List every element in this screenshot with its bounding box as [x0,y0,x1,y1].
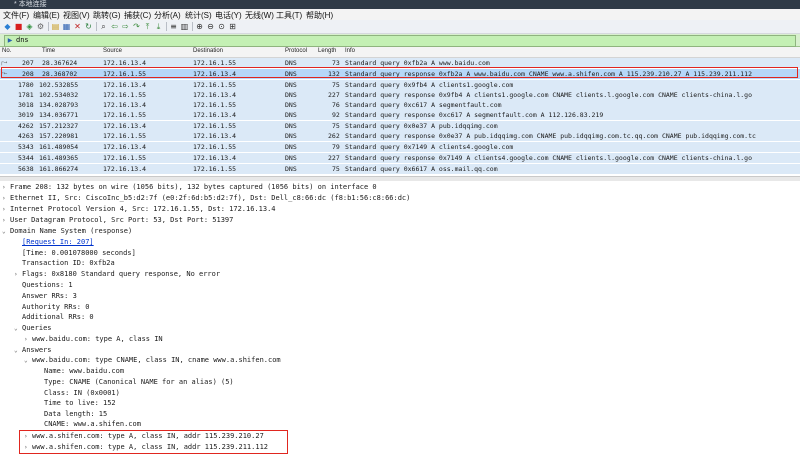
save-icon[interactable]: ▦ [62,22,71,31]
col-no[interactable]: No. [2,48,11,54]
detail-ipv4[interactable]: › Internet Protocol Version 4, Src: 172.1… [2,204,276,214]
display-filter-bar: ▶ dns [0,34,800,47]
detail-time[interactable]: [Time: 0.001078000 seconds] [14,248,136,258]
colorize-icon[interactable]: ▥ [180,22,189,31]
detail-request-in-link[interactable]: [Request In: 207] [14,237,94,247]
zoom-in-icon[interactable]: ⊕ [195,22,204,31]
detail-answers[interactable]: ⌄ Answers [14,345,52,355]
col-protocol[interactable]: Protocol [285,48,307,54]
highlight-box-response-row [1,67,798,78]
detail-dns[interactable]: ⌄ Domain Name System (response) [2,226,132,236]
detail-query-entry[interactable]: › www.baidu.com: type A, class IN [24,334,163,344]
stop-square-icon[interactable]: ■ [14,22,23,31]
detail-type[interactable]: Type: CNAME (Canonical NAME for an alias… [36,377,234,387]
expand-arrow-icon[interactable]: › [24,335,32,345]
window-titlebar: * 本地连接 [0,0,800,9]
packet-row[interactable]: 5344 161.489365 172.16.1.55 172.16.13.4 … [0,153,800,163]
back-arrow-icon[interactable]: ⇦ [110,22,119,31]
goto-packet-icon[interactable]: ↷ [132,22,141,31]
packet-row[interactable]: 5638 161.866274 172.16.13.4 172.16.1.55 … [0,164,800,174]
detail-questions[interactable]: Questions: 1 [14,280,73,290]
col-source[interactable]: Source [103,48,122,54]
highlight-box-a-records [19,430,288,454]
detail-class[interactable]: Class: IN (0x0001) [36,388,120,398]
detail-ttl[interactable]: Time to live: 152 [36,398,116,408]
expand-arrow-icon[interactable]: › [14,270,22,280]
detail-cname[interactable]: CNAME: www.a.shifen.com [36,419,141,429]
detail-additional-rrs[interactable]: Additional RRs: 0 [14,312,94,322]
detail-authority-rrs[interactable]: Authority RRs: 0 [14,302,89,312]
packet-row[interactable]: 1781 102.534032 172.16.1.55 172.16.13.4 … [0,90,800,100]
reload-icon[interactable]: ↻ [84,22,93,31]
resize-columns-icon[interactable]: ⊞ [228,22,237,31]
packet-row[interactable]: 4263 157.220981 172.16.1.55 172.16.13.4 … [0,131,800,141]
filter-value: dns [16,36,29,44]
collapse-arrow-icon[interactable]: ⌄ [14,324,22,334]
packet-row[interactable]: 3019 134.036771 172.16.1.55 172.16.13.4 … [0,110,800,120]
options-gear-icon[interactable]: ⚙ [36,22,45,31]
col-destination[interactable]: Destination [193,48,223,54]
detail-queries[interactable]: ⌄ Queries [14,323,52,333]
packet-row[interactable]: 3018 134.028793 172.16.13.4 172.16.1.55 … [0,100,800,110]
display-filter-input[interactable]: ▶ dns [4,35,796,47]
first-packet-icon[interactable]: ⤒ [143,22,152,31]
close-file-icon[interactable]: ✕ [73,22,82,31]
restart-icon[interactable]: ◈ [25,22,34,31]
forward-arrow-icon[interactable]: ⇨ [121,22,130,31]
collapse-arrow-icon[interactable]: ⌄ [2,227,10,237]
detail-flags[interactable]: › Flags: 0x8180 Standard query response, … [14,269,220,279]
shark-fin-start-icon[interactable]: ◆ [3,22,12,31]
expand-arrow-icon[interactable]: › [2,205,10,215]
packet-row[interactable]: 4262 157.212327 172.16.13.4 172.16.1.55 … [0,121,800,131]
detail-answer-rrs[interactable]: Answer RRs: 3 [14,291,77,301]
bookmark-icon[interactable]: ▶ [6,36,14,45]
detail-ethernet[interactable]: › Ethernet II, Src: CiscoInc_b5:d2:7f (e0… [2,193,410,203]
find-icon[interactable]: ⌕ [99,22,108,31]
zoom-out-icon[interactable]: ⊖ [206,22,215,31]
col-info[interactable]: Info [345,48,355,54]
open-folder-icon[interactable]: ▤ [51,22,60,31]
last-packet-icon[interactable]: ⤓ [154,22,163,31]
detail-transaction-id[interactable]: Transaction ID: 0xfb2a [14,258,115,268]
window-title: * 本地连接 [14,1,47,8]
packet-row[interactable]: 1780 102.532855 172.16.13.4 172.16.1.55 … [0,80,800,90]
expand-arrow-icon[interactable]: › [2,194,10,204]
packet-list-header: No. Time Source Destination Protocol Len… [0,47,800,58]
detail-name[interactable]: Name: www.baidu.com [36,366,124,376]
detail-answer-cname[interactable]: ⌄ www.baidu.com: type CNAME, class IN, cn… [24,355,281,365]
packet-details-pane: › Frame 208: 132 bytes on wire (1056 bits… [0,181,800,463]
collapse-arrow-icon[interactable]: ⌄ [24,356,32,366]
collapse-arrow-icon[interactable]: ⌄ [14,346,22,356]
detail-data-length[interactable]: Data length: 15 [36,409,107,419]
col-length[interactable]: Length [318,48,336,54]
packet-row[interactable]: 5343 161.489054 172.16.13.4 172.16.1.55 … [0,142,800,152]
detail-udp[interactable]: › User Datagram Protocol, Src Port: 53, D… [2,215,233,225]
main-toolbar: ◆ ■ ◈ ⚙ ▤ ▦ ✕ ↻ ⌕ ⇦ ⇨ ↷ ⤒ ⤓ ≡ ▥ ⊕ ⊖ ⊙ ⊞ [0,20,800,34]
expand-arrow-icon[interactable]: › [2,216,10,226]
zoom-normal-icon[interactable]: ⊙ [217,22,226,31]
expand-arrow-icon[interactable]: › [2,183,10,193]
col-time[interactable]: Time [42,48,55,54]
detail-frame[interactable]: › Frame 208: 132 bytes on wire (1056 bits… [2,182,377,192]
autoscroll-icon[interactable]: ≡ [169,22,178,31]
